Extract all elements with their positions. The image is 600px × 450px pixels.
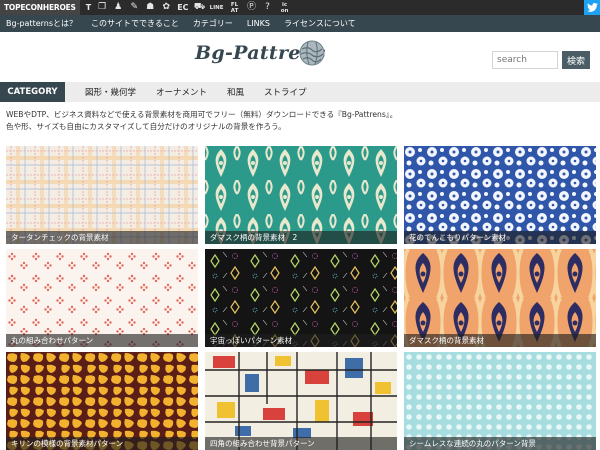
card-caption: ダマスク柄の背景素材: [404, 334, 596, 347]
card-caption: 丸の組み合わせパターン: [6, 334, 198, 347]
pattern-card-squares[interactable]: 四角の組み合わせ背景パターン: [205, 352, 397, 450]
twitter-icon[interactable]: [584, 0, 600, 15]
pattern-card-dots[interactable]: シームレスな連続の丸のパターン背景: [404, 352, 596, 450]
pattern-card-damask-2[interactable]: ダマスク柄の背景素材 2: [205, 146, 397, 244]
damask-teal-pattern-image: [205, 146, 397, 244]
icon-icon[interactable]: ic on: [278, 2, 292, 14]
space-pattern-image: [205, 249, 397, 347]
flower-pattern-image: [404, 146, 596, 244]
circle-combo-pattern-image: [6, 249, 198, 347]
top-icon-list: T ❐ ♟ ✎ ☗ ✿ EC ⛟ LINE FL AT Ⓟ ? ic on: [85, 0, 292, 15]
main-nav: Bg-patternsとは？ このサイトでできること カテゴリー LINKS ラ…: [0, 15, 600, 32]
pattern-card-damask[interactable]: ダマスク柄の背景素材: [404, 249, 596, 347]
pattern-card-space[interactable]: 宇宙っぽいパターン素材: [205, 249, 397, 347]
ec-icon[interactable]: EC: [176, 0, 189, 15]
category-ornament[interactable]: オーナメント: [156, 86, 207, 98]
nav-about[interactable]: Bg-patternsとは？: [6, 18, 77, 29]
category-bar: CATEGORY 図形・幾何学 オーナメント 和風 ストライプ: [0, 82, 600, 102]
card-caption: ダマスク柄の背景素材 2: [205, 231, 397, 244]
category-label: CATEGORY: [0, 82, 65, 102]
nav-category[interactable]: カテゴリー: [193, 18, 233, 29]
line-icon[interactable]: LINE: [210, 5, 224, 11]
nav-links[interactable]: LINKS: [247, 19, 270, 28]
person-icon[interactable]: ♟: [112, 0, 124, 15]
square-combo-pattern-image: [205, 352, 397, 450]
intro-text: WEBやDTP、ビジネス資料などで使える背景素材を商用可でフリー（無料）ダウンロ…: [6, 109, 596, 133]
card-caption: タータンチェックの背景素材: [6, 231, 198, 244]
search-input[interactable]: [492, 51, 558, 69]
t-icon[interactable]: T: [85, 0, 92, 15]
damask-pattern-image: [404, 249, 596, 347]
nav-license[interactable]: ライセンスについて: [284, 18, 356, 29]
card-caption: 花のてんこもりパターン素材: [404, 231, 596, 244]
nav-features[interactable]: このサイトでできること: [91, 18, 179, 29]
category-geometric[interactable]: 図形・幾何学: [85, 86, 136, 98]
giraffe-pattern-image: [6, 352, 198, 450]
category-japanese[interactable]: 和風: [227, 86, 244, 98]
pattern-card-circles[interactable]: 丸の組み合わせパターン: [6, 249, 198, 347]
card-caption: 宇宙っぽいパターン素材: [205, 334, 397, 347]
tartan-pattern-image: [6, 146, 198, 244]
cart-icon[interactable]: ⛟: [194, 0, 206, 15]
dot-pattern-image: [404, 352, 596, 450]
copy-icon[interactable]: ❐: [96, 0, 108, 15]
pattern-card-giraffe[interactable]: キリンの模様の背景素材パターン: [6, 352, 198, 450]
top-icon-bar: TOPECONHEROES T ❐ ♟ ✎ ☗ ✿ EC ⛟ LINE FL A…: [0, 0, 600, 15]
card-caption: シームレスな連続の丸のパターン背景: [404, 437, 596, 450]
topeconheroes-logo[interactable]: TOPECONHEROES: [0, 0, 80, 15]
card-caption: 四角の組み合わせ背景パターン: [205, 437, 397, 450]
chat-icon[interactable]: ✎: [128, 0, 140, 15]
category-stripe[interactable]: ストライプ: [264, 86, 307, 98]
bag-icon[interactable]: ☗: [144, 0, 156, 15]
card-caption: キリンの模様の背景素材パターン: [6, 437, 198, 450]
intro-line-1: WEBやDTP、ビジネス資料などで使える背景素材を商用可でフリー（無料）ダウンロ…: [6, 110, 398, 119]
flower-icon[interactable]: ✿: [160, 0, 172, 15]
p-icon[interactable]: Ⓟ: [246, 0, 258, 15]
ball-logo-icon[interactable]: [299, 40, 325, 66]
site-header: Bg-Pattrens 検索: [0, 32, 600, 82]
pattern-card-flowers[interactable]: 花のてんこもりパターン素材: [404, 146, 596, 244]
search-button[interactable]: 検索: [562, 51, 590, 69]
intro-line-2: 色や形、サイズも自由にカスタマイズして自分だけのオリジナルの背景を作ろう。: [6, 122, 286, 131]
pattern-card-tartan[interactable]: タータンチェックの背景素材: [6, 146, 198, 244]
fl-at-icon[interactable]: FL AT: [228, 2, 242, 14]
help-icon[interactable]: ?: [262, 0, 274, 15]
